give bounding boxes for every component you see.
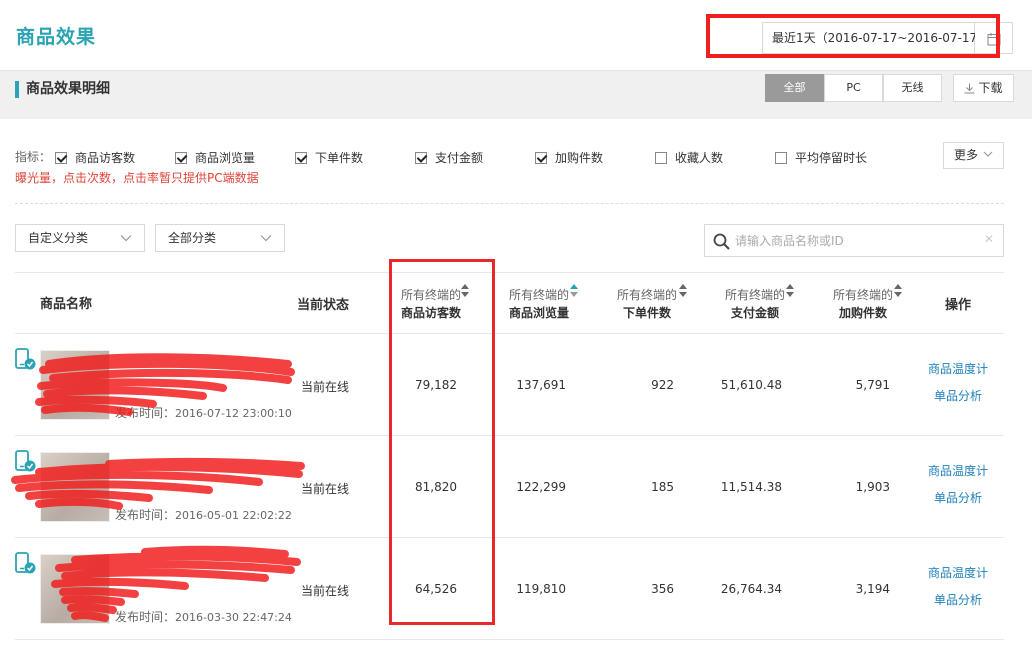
item-analysis-link[interactable]: 单品分析 (934, 591, 982, 608)
mobile-verified-icon (15, 450, 36, 472)
indicator-payment[interactable]: 支付金额 (415, 149, 483, 166)
product-thumbnail[interactable] (40, 350, 110, 420)
divider (15, 203, 1004, 204)
indicator-avg-stay[interactable]: 平均停留时长 (775, 149, 867, 166)
checkbox-checked[interactable] (175, 152, 187, 164)
sort-icon[interactable] (894, 284, 902, 298)
orders-value: 185 (651, 480, 674, 494)
indicator-text: 加购件数 (555, 151, 604, 165)
indicator-favorites[interactable]: 收藏人数 (655, 149, 723, 166)
chevron-down-icon (260, 235, 272, 242)
annotation-box-date (706, 14, 1000, 58)
checkbox-checked[interactable] (535, 152, 547, 164)
indicator-text: 平均停留时长 (795, 151, 868, 165)
indicator-text: 商品访客数 (75, 151, 136, 165)
search-input[interactable] (735, 231, 975, 251)
all-category-select[interactable]: 全部分类 (155, 224, 285, 252)
select-value: 自定义分类 (28, 231, 89, 245)
table-row: 发布时间：2016-05-01 22:02:22 当前在线 81,820 122… (11, 436, 1004, 538)
indicator-label: 指标： (15, 150, 52, 164)
col-metric-label: 商品浏览量 (508, 306, 569, 320)
payment-value: 51,610.48 (720, 378, 782, 392)
table-header: 商品名称 当前状态 所有终端的 商品访客数 所有终端的 商品浏览量 所有终端的 下单件… (15, 272, 1004, 334)
col-metric-label: 下单件数 (622, 306, 671, 320)
section-header: 商品效果明细 全部 PC 无线 下载 (0, 71, 1032, 119)
publish-time: 发布时间：2016-03-30 22:47:24 (115, 608, 292, 625)
custom-category-select[interactable]: 自定义分类 (15, 224, 145, 252)
publish-label: 发布时间： (115, 610, 176, 624)
publish-time: 发布时间：2016-07-12 23:00:10 (115, 404, 292, 421)
table-row: 发布时间：2016-07-12 23:00:10 当前在线 79,182 137… (15, 334, 1004, 436)
publish-time: 发布时间：2016-05-01 22:02:22 (115, 506, 292, 523)
page-title: 商品效果 (16, 26, 97, 48)
checkbox-unchecked[interactable] (775, 152, 787, 164)
thermometer-link[interactable]: 商品温度计 (928, 564, 988, 581)
section-accent-bar (15, 81, 19, 98)
sort-icon[interactable] (786, 284, 794, 298)
indicator-text: 支付金额 (435, 151, 484, 165)
status: 当前在线 (301, 584, 350, 598)
indicator-text: 收藏人数 (675, 151, 724, 165)
more-indicators-button[interactable]: 更多 (943, 142, 1004, 169)
publish-value: 2016-03-30 22:47:24 (175, 611, 292, 624)
checkbox-checked[interactable] (55, 152, 67, 164)
product-search: ✕ (704, 224, 1004, 257)
item-analysis-link[interactable]: 单品分析 (934, 489, 982, 506)
orders-value: 922 (651, 378, 674, 392)
publish-label: 发布时间： (115, 406, 176, 420)
col-status: 当前状态 (297, 298, 350, 313)
product-thumbnail[interactable] (40, 554, 110, 624)
indicator-text: 下单件数 (315, 151, 364, 165)
indicator-visitors[interactable]: 商品访客数 (55, 149, 135, 166)
download-button[interactable]: 下载 (953, 74, 1014, 102)
indicator-text: 商品浏览量 (195, 151, 256, 165)
table-row: 发布时间：2016-03-30 22:47:24 当前在线 64,526 119… (15, 538, 1004, 640)
section-title: 商品效果明细 (26, 81, 110, 97)
segment-all[interactable]: 全部 (765, 74, 824, 102)
clear-icon[interactable]: ✕ (984, 232, 994, 246)
chevron-down-icon (120, 235, 132, 242)
mobile-verified-icon (15, 552, 36, 574)
publish-value: 2016-07-12 23:00:10 (175, 407, 292, 420)
download-icon (964, 83, 975, 94)
col-metric-label: 加购件数 (838, 306, 887, 320)
select-value: 全部分类 (168, 231, 217, 245)
sort-icon[interactable] (570, 284, 578, 298)
cart-value: 1,903 (855, 480, 890, 494)
segment-wireless[interactable]: 无线 (883, 74, 942, 102)
sort-icon[interactable] (679, 284, 687, 298)
item-analysis-link[interactable]: 单品分析 (934, 387, 982, 404)
thermometer-link[interactable]: 商品温度计 (928, 462, 988, 479)
indicator-pageviews[interactable]: 商品浏览量 (175, 149, 255, 166)
cart-value: 3,194 (855, 582, 890, 596)
status: 当前在线 (301, 482, 350, 496)
segment-pc[interactable]: PC (824, 74, 883, 102)
payment-value: 11,514.38 (720, 480, 782, 494)
mobile-verified-icon (15, 348, 36, 370)
download-label: 下载 (978, 81, 1003, 95)
notice-text: 曝光量，点击次数，点击率暂只提供PC端数据 (15, 171, 259, 185)
more-label: 更多 (954, 148, 979, 162)
indicator-cart[interactable]: 加购件数 (535, 149, 603, 166)
chevron-down-icon (983, 151, 993, 157)
checkbox-checked[interactable] (415, 152, 427, 164)
indicator-orders[interactable]: 下单件数 (295, 149, 363, 166)
cart-value: 5,791 (855, 378, 890, 392)
payment-value: 26,764.34 (720, 582, 782, 596)
orders-value: 356 (651, 582, 674, 596)
thermometer-link[interactable]: 商品温度计 (928, 360, 988, 377)
search-icon (713, 233, 730, 250)
col-metric-label: 支付金额 (730, 306, 779, 320)
publish-value: 2016-05-01 22:02:22 (175, 509, 292, 522)
checkbox-checked[interactable] (295, 152, 307, 164)
product-thumbnail[interactable] (40, 452, 110, 522)
publish-label: 发布时间： (115, 508, 176, 522)
checkbox-unchecked[interactable] (655, 152, 667, 164)
status: 当前在线 (301, 380, 350, 394)
annotation-box-visitors-column (389, 259, 495, 625)
col-product-name: 商品名称 (40, 297, 93, 312)
col-operations: 操作 (945, 298, 972, 313)
